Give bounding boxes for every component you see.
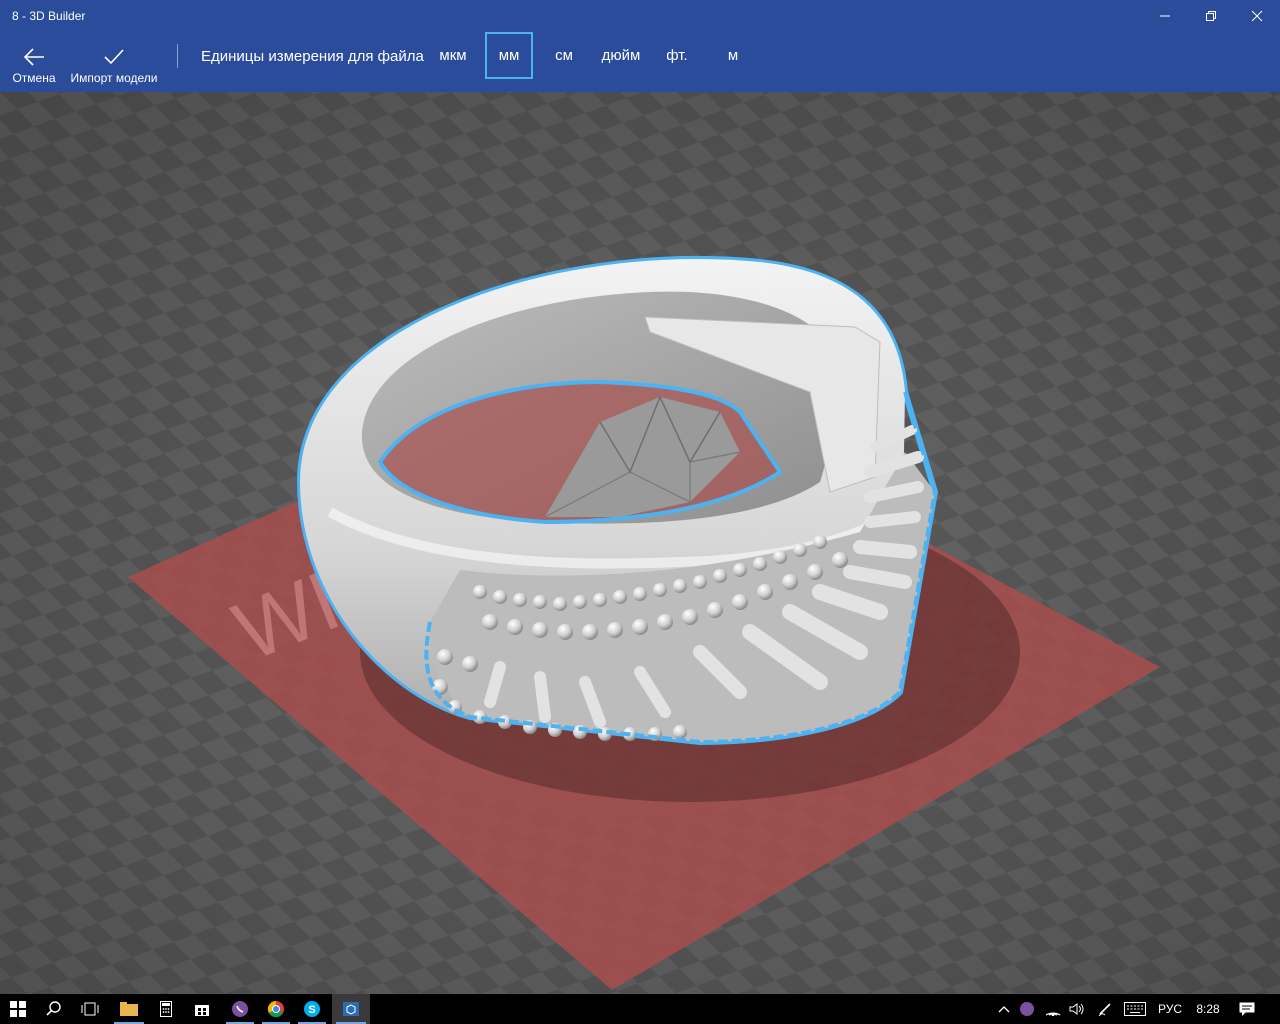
3d-builder-button[interactable] (332, 994, 370, 1024)
clock[interactable]: 8:28 (1190, 994, 1226, 1024)
unit-label: мм (498, 47, 520, 64)
keyboard-icon (1124, 1002, 1146, 1016)
wifi-icon (1045, 1012, 1061, 1016)
file-explorer-button[interactable] (110, 994, 148, 1024)
unit-label: м (727, 47, 739, 64)
import-label: Импорт модели (70, 71, 158, 85)
minimize-button[interactable] (1142, 0, 1188, 32)
taskbar: S РУС 8:28 (0, 994, 1280, 1024)
3d-viewport[interactable]: WI (0, 92, 1280, 994)
notification-icon (1239, 1002, 1255, 1016)
command-bar: Отмена Импорт модели Единицы измерения д… (0, 32, 1280, 92)
pen-icon (1098, 1003, 1111, 1017)
store-button[interactable] (184, 994, 220, 1024)
back-arrow-icon (23, 48, 44, 66)
pen-workspace-button[interactable] (1094, 994, 1116, 1024)
svg-text:S: S (308, 1004, 315, 1016)
restore-icon (1206, 11, 1216, 21)
unit-label: фт. (666, 47, 688, 64)
checkmark-icon (104, 49, 124, 65)
show-hidden-icons-button[interactable] (994, 994, 1014, 1024)
tray-viber-button[interactable] (1016, 994, 1038, 1024)
chrome-button[interactable] (258, 994, 294, 1024)
restore-button[interactable] (1188, 0, 1234, 32)
viber-tray-icon (1020, 1002, 1034, 1016)
cancel-label: Отмена (12, 71, 56, 85)
chevron-up-icon (998, 1006, 1010, 1013)
unit-option-ft[interactable]: фт. (656, 32, 698, 79)
title-bar: 8 - 3D Builder (0, 0, 1280, 32)
calculator-button[interactable] (148, 994, 184, 1024)
unit-label: см (555, 47, 573, 64)
network-button[interactable] (1042, 994, 1064, 1024)
unit-option-inch[interactable]: дюйм (594, 32, 648, 79)
chrome-icon (267, 1000, 284, 1018)
close-button[interactable] (1234, 0, 1280, 32)
search-button[interactable] (36, 994, 72, 1024)
clock-time: 8:28 (1196, 1002, 1220, 1016)
language-label: РУС (1157, 1002, 1183, 1016)
store-bag-icon (195, 1005, 209, 1016)
task-view-icon (81, 1002, 99, 1016)
minimize-icon (1160, 15, 1170, 17)
calculator-icon (160, 1001, 172, 1017)
cancel-button[interactable]: Отмена (8, 32, 60, 92)
toolbar-divider (177, 44, 178, 68)
search-icon (46, 1001, 61, 1016)
volume-button[interactable] (1066, 994, 1088, 1024)
touch-keyboard-button[interactable] (1122, 994, 1148, 1024)
start-button[interactable] (0, 994, 36, 1024)
scene-canvas[interactable]: WI (0, 92, 1280, 994)
unit-label: дюйм (601, 47, 641, 64)
skype-button[interactable]: S (294, 994, 330, 1024)
viber-icon (232, 1001, 248, 1017)
unit-option-mm[interactable]: мм (485, 32, 533, 79)
3d-builder-icon (343, 1002, 359, 1016)
windows-logo-icon (10, 1001, 26, 1017)
unit-option-mkm[interactable]: мкм (430, 32, 476, 79)
action-center-button[interactable] (1232, 994, 1262, 1024)
unit-label: мкм (439, 47, 467, 64)
language-indicator[interactable]: РУС (1152, 994, 1188, 1024)
units-label: Единицы измерения для файла (201, 48, 424, 65)
close-icon (1251, 10, 1263, 22)
task-view-button[interactable] (72, 994, 108, 1024)
unit-option-cm[interactable]: см (544, 32, 584, 79)
unit-option-m[interactable]: м (712, 32, 754, 79)
viber-button[interactable] (222, 994, 258, 1024)
skype-icon: S (304, 1001, 320, 1017)
window-title: 8 - 3D Builder (12, 9, 86, 23)
folder-icon (120, 1002, 138, 1016)
speaker-icon (1069, 1003, 1084, 1015)
import-model-button[interactable]: Импорт модели (68, 32, 160, 92)
